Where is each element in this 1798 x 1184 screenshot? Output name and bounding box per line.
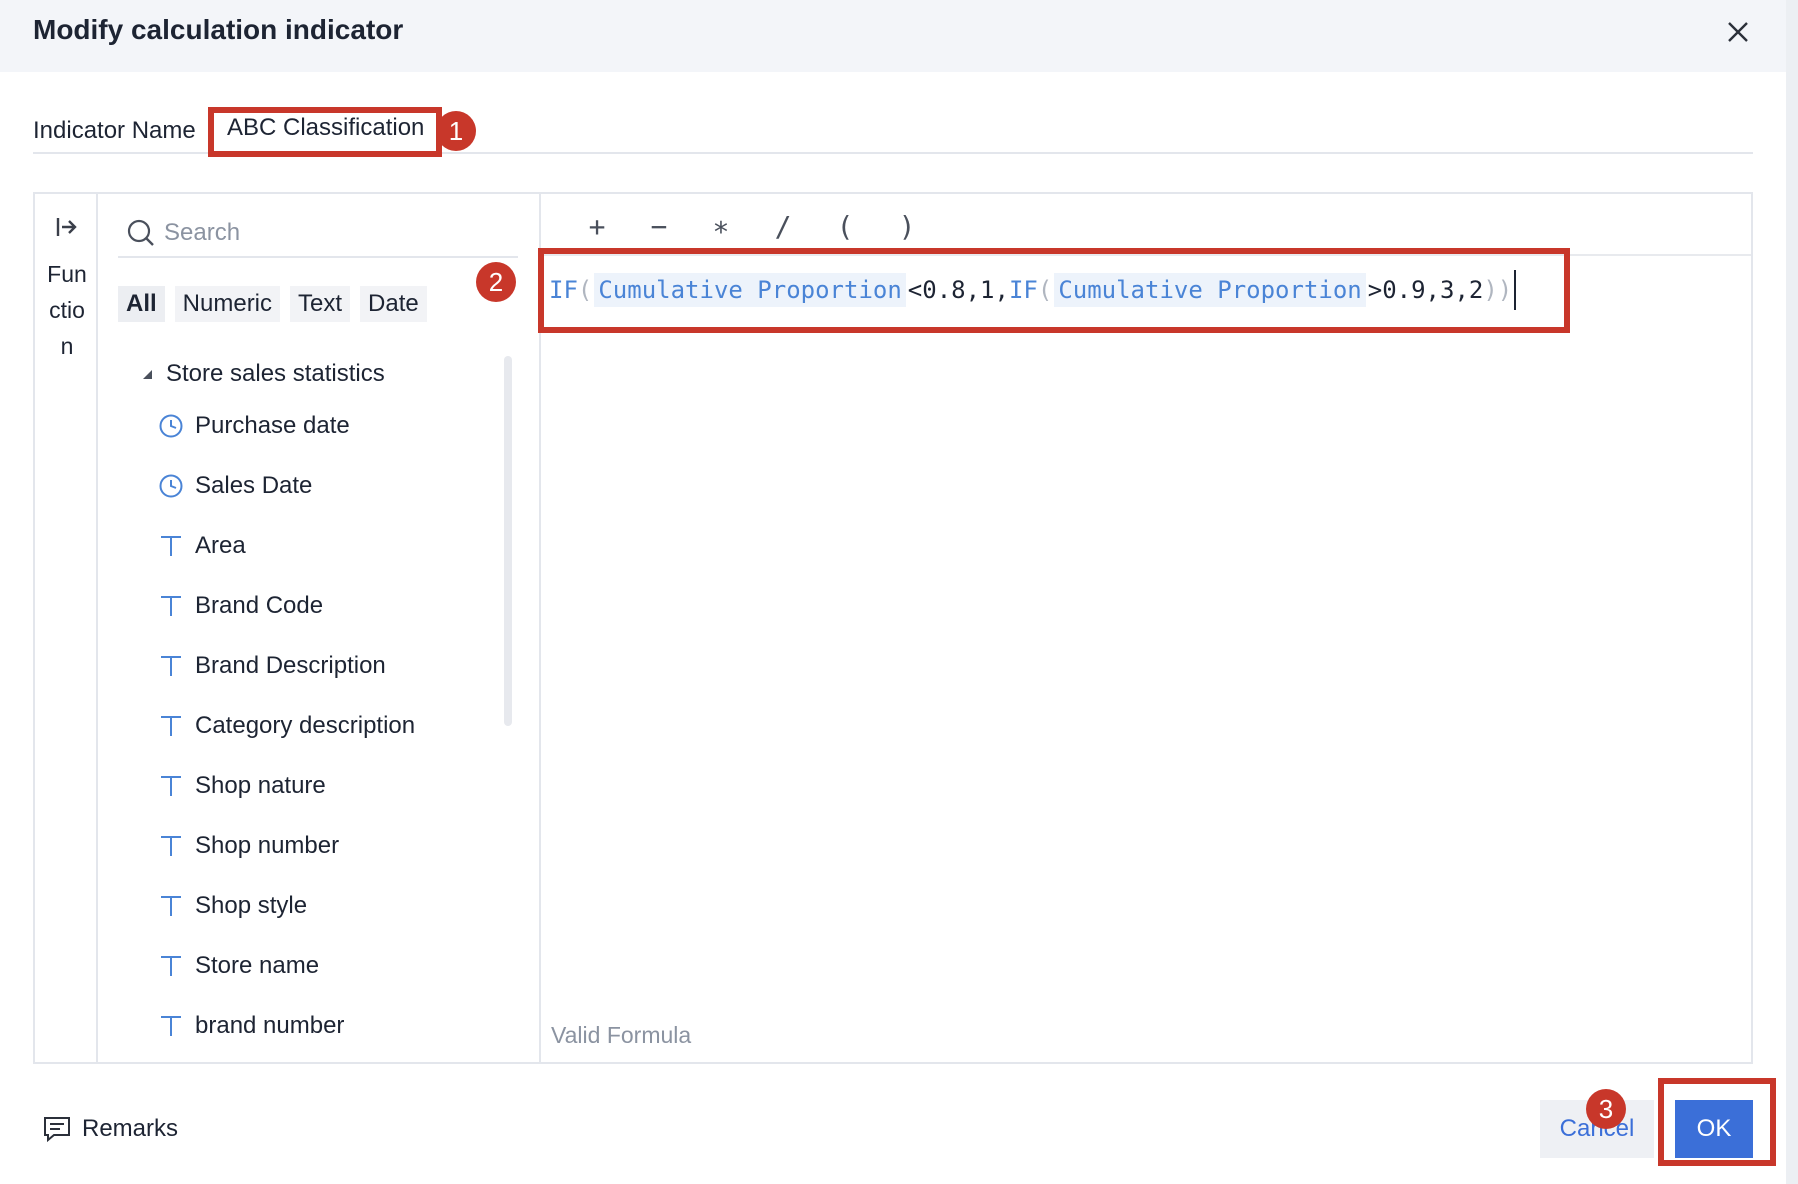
fields-panel: All Numeric Text Date Store sales statis… [98, 194, 541, 1062]
field-item-label: Shop style [195, 892, 308, 919]
field-item[interactable]: Shop nature [158, 766, 326, 806]
text-type-icon [161, 896, 181, 916]
dialog-title: Modify calculation indicator [33, 14, 404, 45]
annotation-badge-3: 3 [1586, 1089, 1626, 1129]
open-paren-button[interactable]: ( [825, 206, 865, 246]
field-item[interactable]: Shop style [158, 886, 307, 926]
operator-toolbar: + − ∗ / ( ) [541, 194, 1751, 256]
filter-tab-text[interactable]: Text [290, 286, 351, 322]
text-type-icon [161, 1016, 181, 1036]
close-icon [1728, 22, 1748, 42]
field-item-label: Brand Code [195, 592, 324, 619]
type-filter-tabs: All Numeric Text Date [118, 286, 427, 322]
multiply-button[interactable]: ∗ [701, 206, 741, 246]
text-type-icon [161, 956, 181, 976]
modify-indicator-dialog: Modify calculation indicator Indicator N… [0, 0, 1798, 1184]
field-item-label: Category description [195, 712, 416, 739]
filter-tab-date[interactable]: Date [360, 286, 427, 322]
plus-button[interactable]: + [577, 206, 617, 246]
close-paren-button[interactable]: ) [887, 206, 927, 246]
text-type-icon [161, 716, 181, 736]
search-input[interactable] [164, 216, 504, 250]
field-item[interactable]: Brand Code [158, 586, 323, 626]
field-item-label: Store name [195, 952, 320, 979]
field-item-label: Shop number [195, 832, 340, 859]
dialog-header: Modify calculation indicator [0, 0, 1798, 72]
text-type-icon [161, 596, 181, 616]
annotation-box-2 [538, 248, 1570, 333]
field-item[interactable]: Purchase date [158, 406, 350, 446]
text-type-icon [161, 836, 181, 856]
search-icon [127, 219, 154, 246]
function-panel-toggle[interactable] [54, 214, 80, 240]
field-item-label: Shop nature [195, 772, 326, 799]
tree-group-store-sales[interactable]: Store sales statistics [118, 354, 385, 394]
field-item[interactable]: brand number [158, 1006, 344, 1044]
comment-icon [44, 1117, 70, 1143]
minus-button[interactable]: − [639, 206, 679, 246]
annotation-box-1 [208, 107, 442, 157]
field-item-label: Brand Description [195, 652, 386, 679]
field-item[interactable]: Area [158, 526, 246, 566]
annotation-box-3 [1658, 1078, 1776, 1166]
filter-tab-numeric[interactable]: Numeric [174, 286, 281, 322]
text-type-icon [161, 536, 181, 556]
text-type-icon [161, 656, 181, 676]
remarks-button[interactable]: Remarks [42, 1112, 178, 1146]
field-item-label: brand number [195, 1012, 345, 1039]
field-item-label: Sales Date [195, 472, 313, 499]
field-item-label: Area [195, 532, 246, 559]
field-item[interactable]: Store name [158, 946, 319, 986]
caret-down-icon [143, 370, 152, 379]
divide-button[interactable]: / [763, 206, 803, 246]
field-item[interactable]: Brand Description [158, 646, 386, 686]
text-type-icon [161, 776, 181, 796]
tree-group-label: Store sales statistics [166, 360, 385, 387]
annotation-badge-2: 2 [476, 262, 516, 302]
field-item[interactable]: Shop number [158, 826, 339, 866]
function-label: Function [47, 261, 87, 359]
formula-validation-status: Valid Formula [551, 1022, 692, 1048]
annotation-badge-1: 1 [436, 111, 476, 151]
remarks-label: Remarks [82, 1115, 179, 1142]
function-strip: Function [35, 194, 98, 1062]
search-box [118, 210, 518, 258]
field-item-label: Purchase date [195, 412, 350, 439]
close-button[interactable] [1720, 14, 1756, 50]
field-item[interactable]: Category description [158, 706, 415, 746]
clock-icon [159, 474, 183, 498]
indicator-name-label: Indicator Name [33, 117, 196, 144]
field-list-scrollbar[interactable] [504, 356, 512, 726]
field-item[interactable]: Sales Date [158, 466, 312, 506]
filter-tab-all[interactable]: All [118, 286, 165, 322]
clock-icon [159, 414, 183, 438]
expand-panel-icon [56, 218, 77, 236]
background-edge [1786, 0, 1798, 1184]
field-tree: Store sales statistics Purchase date Sal… [118, 344, 518, 1044]
